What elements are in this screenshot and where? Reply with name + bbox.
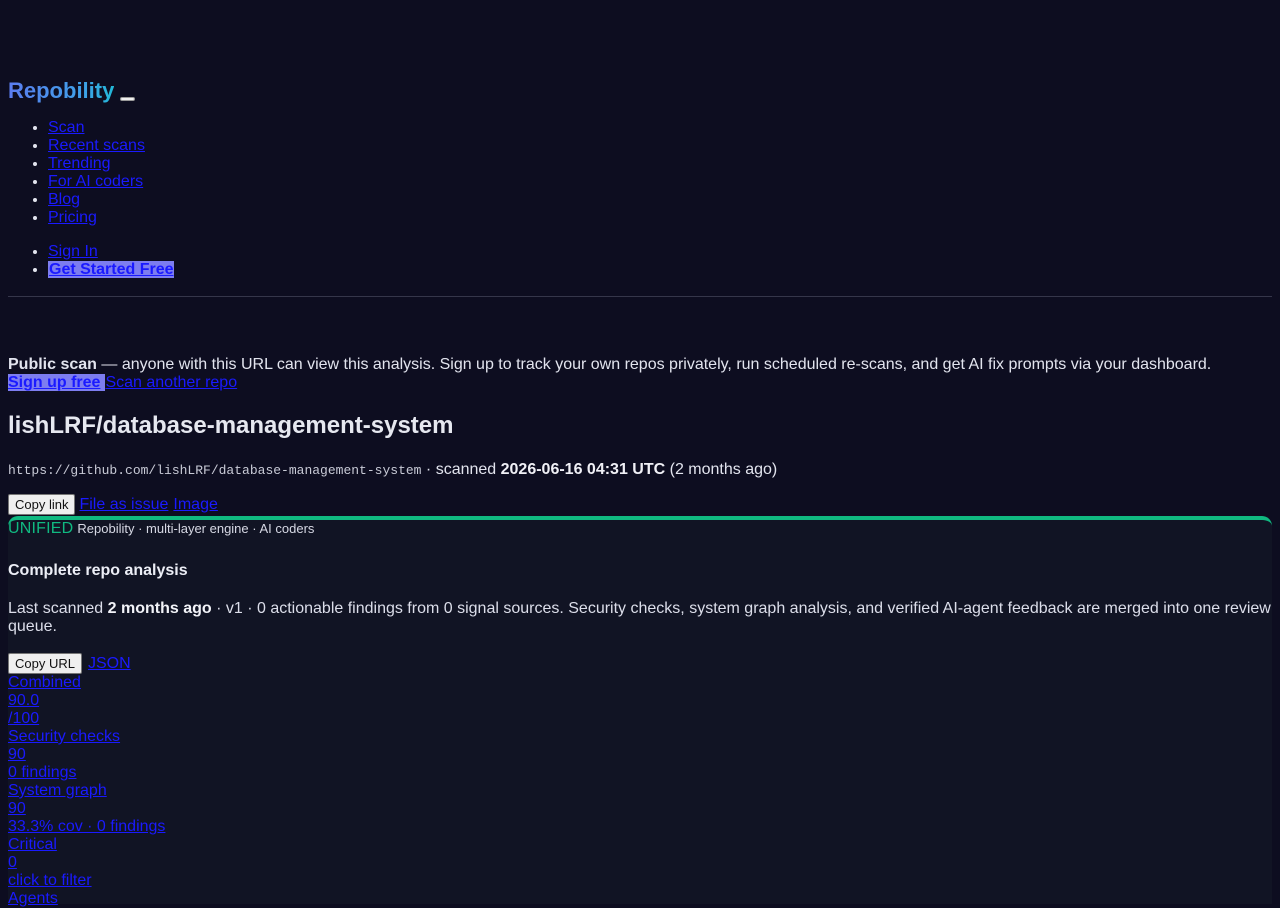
nav-item-blog: Blog (48, 191, 145, 209)
auth-item-get-started: Get Started Free (48, 261, 175, 279)
auth-item-sign-in: Sign In (48, 243, 174, 261)
scanned-relative: (2 months ago) (665, 461, 778, 478)
nav-link-trending[interactable]: Trending (48, 155, 111, 172)
nav-item-trending: Trending (48, 155, 145, 173)
copy-url-button[interactable]: Copy URL (8, 653, 82, 674)
file-issue-link[interactable]: File as issue (79, 496, 168, 514)
copy-link-button[interactable]: Copy link (8, 494, 76, 515)
notice-text: — anyone with this URL can view this ana… (96, 356, 1212, 373)
metric-tiles: Combined 90.0 /100 Security checks 90 0 … (8, 674, 165, 908)
nav-item-scan: Scan (48, 119, 145, 137)
metric-combined-value[interactable]: 90.0 (8, 692, 165, 710)
metric-critical-label[interactable]: Critical (8, 836, 165, 854)
scanned-prefix: · scanned (421, 461, 501, 478)
scan-another-link[interactable]: Scan another repo (105, 374, 237, 391)
metric-graph-label[interactable]: System graph (8, 782, 165, 800)
metric-combined-max[interactable]: /100 (8, 710, 165, 728)
nav-item-pricing: Pricing (48, 209, 145, 227)
summary-prefix: Last scanned (8, 600, 108, 617)
repo-title: lishLRF/database-management-system (8, 412, 454, 439)
engine-label: Repobility · multi-layer engine · AI cod… (77, 521, 315, 536)
auth-nav: Sign In Get Started Free (8, 243, 175, 279)
analysis-card: UNIFIED Repobility · multi-layer engine … (8, 516, 1272, 907)
json-link[interactable]: JSON (88, 655, 131, 673)
page: Repobility Scan Recent scans Trending Fo… (0, 0, 1280, 907)
metric-security-findings[interactable]: 0 findings (8, 764, 165, 782)
nav-link-scan[interactable]: Scan (48, 119, 84, 136)
metric-graph-coverage[interactable]: 33.3% cov · 0 findings (8, 818, 165, 836)
card-summary: Last scanned 2 months ago · v1 · 0 actio… (8, 600, 1272, 636)
notice-title: Public scan (8, 356, 97, 373)
metric-graph-value[interactable]: 90 (8, 800, 165, 818)
notice-actions: Sign up free Scan another repo (8, 374, 237, 392)
metric-critical-hint[interactable]: click to filter (8, 872, 165, 890)
scanned-timestamp: 2026-06-16 04:31 UTC (500, 461, 666, 478)
sign-in-link[interactable]: Sign In (48, 243, 98, 260)
get-started-button[interactable]: Get Started Free (48, 261, 175, 278)
card-tag-row: UNIFIED Repobility · multi-layer engine … (8, 520, 314, 538)
nav-item-ai-coders: For AI coders (48, 173, 145, 191)
metric-security-value[interactable]: 90 (8, 746, 165, 764)
repo-meta: https://github.com/lishLRF/database-mana… (8, 460, 777, 481)
share-row: Copy link File as issue Image (8, 494, 218, 515)
menu-toggle-button[interactable] (120, 97, 136, 101)
nav-link-ai-coders[interactable]: For AI coders (48, 173, 143, 190)
metric-agents-label[interactable]: Agents (8, 890, 165, 908)
repo-url: https://github.com/lishLRF/database-mana… (8, 463, 422, 478)
image-link[interactable]: Image (173, 496, 217, 514)
public-scan-notice: Public scan — anyone with this URL can v… (8, 356, 1272, 374)
brand-row: Repobility (8, 78, 136, 104)
metric-security-label[interactable]: Security checks (8, 728, 165, 746)
card-heading: Complete repo analysis (8, 562, 188, 579)
brand-logo[interactable]: Repobility (8, 78, 114, 104)
nav-item-recent-scans: Recent scans (48, 137, 145, 155)
metric-critical-value[interactable]: 0 (8, 854, 165, 872)
header-divider (8, 296, 1272, 297)
summary-when: 2 months ago (107, 600, 212, 617)
nav-link-pricing[interactable]: Pricing (48, 209, 97, 226)
unified-badge: UNIFIED (8, 520, 74, 537)
nav-link-blog[interactable]: Blog (48, 191, 80, 208)
metric-combined-label[interactable]: Combined (8, 674, 165, 692)
nav-link-recent-scans[interactable]: Recent scans (48, 137, 145, 154)
main-nav: Scan Recent scans Trending For AI coders… (8, 119, 145, 227)
card-actions: Copy URL JSON (8, 653, 131, 674)
sign-up-button[interactable]: Sign up free (8, 374, 106, 391)
